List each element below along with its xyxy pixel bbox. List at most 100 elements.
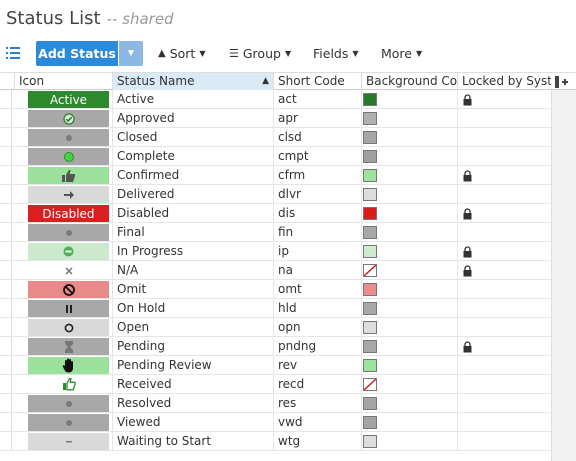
- status-name-cell[interactable]: N/A: [112, 261, 273, 279]
- status-name-cell[interactable]: Approved: [112, 109, 273, 127]
- row-selector[interactable]: [0, 432, 12, 450]
- status-name-cell[interactable]: Final: [112, 223, 273, 241]
- row-selector[interactable]: [0, 261, 12, 279]
- short-code-cell[interactable]: pndng: [273, 337, 361, 355]
- add-status-dropdown-button[interactable]: ▼: [119, 41, 143, 66]
- fields-menu[interactable]: Fields ▼: [313, 46, 359, 61]
- short-code-cell[interactable]: res: [273, 394, 361, 412]
- column-header-status-name[interactable]: Status Name ▲: [112, 73, 273, 90]
- short-code-cell[interactable]: hld: [273, 299, 361, 317]
- status-name-cell[interactable]: In Progress: [112, 242, 273, 260]
- status-name-cell[interactable]: Closed: [112, 128, 273, 146]
- column-header-locked-by-system[interactable]: Locked by Syst...: [457, 73, 551, 90]
- short-code-cell[interactable]: omt: [273, 280, 361, 298]
- row-selector[interactable]: [0, 356, 12, 374]
- table-row[interactable]: Active Active act: [0, 90, 551, 109]
- table-row[interactable]: Disabled Disabled dis: [0, 204, 551, 223]
- short-code-cell[interactable]: apr: [273, 109, 361, 127]
- table-row[interactable]: On Hold hld: [0, 299, 551, 318]
- short-code-cell[interactable]: cfrm: [273, 166, 361, 184]
- locked-cell[interactable]: [457, 375, 551, 393]
- table-row[interactable]: Pending pndng: [0, 337, 551, 356]
- short-code-cell[interactable]: na: [273, 261, 361, 279]
- row-selector[interactable]: [0, 299, 12, 317]
- short-code-cell[interactable]: recd: [273, 375, 361, 393]
- add-column-icon[interactable]: [552, 73, 570, 90]
- status-name-cell[interactable]: Waiting to Start: [112, 432, 273, 450]
- status-name-cell[interactable]: Open: [112, 318, 273, 336]
- locked-cell[interactable]: [457, 223, 551, 241]
- more-menu[interactable]: More ▼: [381, 46, 422, 61]
- short-code-cell[interactable]: fin: [273, 223, 361, 241]
- status-name-cell[interactable]: Active: [112, 90, 273, 108]
- row-selector[interactable]: [0, 413, 12, 431]
- short-code-cell[interactable]: act: [273, 90, 361, 108]
- status-name-cell[interactable]: Pending Review: [112, 356, 273, 374]
- table-row[interactable]: Final fin: [0, 223, 551, 242]
- table-row[interactable]: Viewed vwd: [0, 413, 551, 432]
- locked-cell[interactable]: [457, 128, 551, 146]
- status-name-cell[interactable]: Received: [112, 375, 273, 393]
- row-selector[interactable]: [0, 166, 12, 184]
- status-name-cell[interactable]: On Hold: [112, 299, 273, 317]
- row-selector[interactable]: [0, 337, 12, 355]
- locked-cell[interactable]: [457, 413, 551, 431]
- status-name-cell[interactable]: Resolved: [112, 394, 273, 412]
- row-selector[interactable]: [0, 375, 12, 393]
- short-code-cell[interactable]: rev: [273, 356, 361, 374]
- table-row[interactable]: Omit omt: [0, 280, 551, 299]
- row-selector[interactable]: [0, 90, 12, 108]
- locked-cell[interactable]: [457, 280, 551, 298]
- table-row[interactable]: Delivered dlvr: [0, 185, 551, 204]
- add-status-button[interactable]: Add Status: [36, 41, 118, 66]
- short-code-cell[interactable]: dis: [273, 204, 361, 222]
- sort-menu[interactable]: ▲ Sort ▼: [158, 46, 205, 61]
- row-selector[interactable]: [0, 223, 12, 241]
- row-selector[interactable]: [0, 109, 12, 127]
- locked-cell[interactable]: [457, 299, 551, 317]
- locked-cell[interactable]: [457, 394, 551, 412]
- column-header-short-code[interactable]: Short Code: [273, 73, 361, 90]
- status-name-cell[interactable]: Pending: [112, 337, 273, 355]
- status-name-cell[interactable]: Confirmed: [112, 166, 273, 184]
- table-row[interactable]: Closed clsd: [0, 128, 551, 147]
- status-name-cell[interactable]: Viewed: [112, 413, 273, 431]
- locked-cell[interactable]: [457, 147, 551, 165]
- row-selector[interactable]: [0, 185, 12, 203]
- row-selector[interactable]: [0, 242, 12, 260]
- list-view-icon[interactable]: [6, 47, 20, 59]
- short-code-cell[interactable]: wtg: [273, 432, 361, 450]
- row-selector[interactable]: [0, 394, 12, 412]
- table-row[interactable]: Approved apr: [0, 109, 551, 128]
- status-name-cell[interactable]: Disabled: [112, 204, 273, 222]
- short-code-cell[interactable]: vwd: [273, 413, 361, 431]
- column-header-icon[interactable]: Icon: [14, 73, 111, 90]
- table-row[interactable]: Received recd: [0, 375, 551, 394]
- locked-cell[interactable]: [457, 318, 551, 336]
- status-name-cell[interactable]: Delivered: [112, 185, 273, 203]
- column-header-background-color[interactable]: Background Co...: [361, 73, 457, 90]
- locked-cell[interactable]: [457, 356, 551, 374]
- locked-cell[interactable]: [457, 109, 551, 127]
- status-name-cell[interactable]: Complete: [112, 147, 273, 165]
- group-menu[interactable]: ☰ Group ▼: [229, 46, 291, 61]
- row-selector[interactable]: [0, 147, 12, 165]
- short-code-cell[interactable]: cmpt: [273, 147, 361, 165]
- short-code-cell[interactable]: ip: [273, 242, 361, 260]
- short-code-cell[interactable]: opn: [273, 318, 361, 336]
- short-code-cell[interactable]: clsd: [273, 128, 361, 146]
- locked-cell[interactable]: [457, 432, 551, 450]
- row-selector[interactable]: [0, 204, 12, 222]
- row-selector[interactable]: [0, 280, 12, 298]
- table-row[interactable]: Confirmed cfrm: [0, 166, 551, 185]
- table-row[interactable]: Resolved res: [0, 394, 551, 413]
- row-selector[interactable]: [0, 318, 12, 336]
- table-row[interactable]: Open opn: [0, 318, 551, 337]
- table-row[interactable]: Waiting to Start wtg: [0, 432, 551, 451]
- table-row[interactable]: In Progress ip: [0, 242, 551, 261]
- table-row[interactable]: N/A na: [0, 261, 551, 280]
- short-code-cell[interactable]: dlvr: [273, 185, 361, 203]
- status-name-cell[interactable]: Omit: [112, 280, 273, 298]
- vertical-scrollbar[interactable]: [551, 90, 576, 461]
- row-selector[interactable]: [0, 128, 12, 146]
